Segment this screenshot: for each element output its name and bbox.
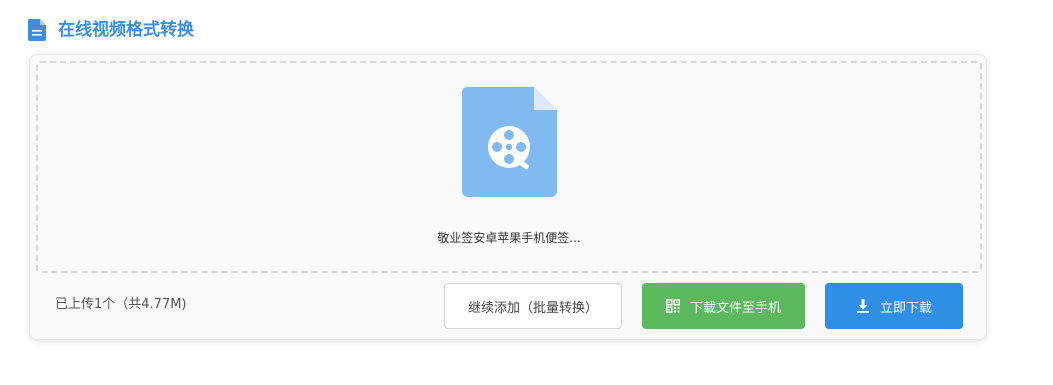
file-dropzone[interactable]: 敬业签安卓苹果手机便签...: [36, 61, 982, 273]
continue-add-button[interactable]: 继续添加（批量转换）: [444, 283, 622, 329]
upload-panel: 敬业签安卓苹果手机便签... 已上传1个（共4.77M) 继续添加（批量转换） …: [29, 54, 987, 340]
download-to-phone-button[interactable]: 下载文件至手机: [642, 283, 805, 329]
download-to-phone-label: 下载文件至手机: [689, 300, 781, 316]
document-icon: [28, 19, 46, 41]
file-name: 敬业签安卓苹果手机便签...: [437, 231, 581, 245]
download-now-button[interactable]: 立即下载: [825, 283, 963, 329]
video-file-icon: [462, 87, 557, 197]
continue-add-label: 继续添加（批量转换）: [467, 300, 598, 316]
qr-code-icon: [665, 299, 680, 313]
page-header: 在线视频格式转换: [28, 17, 194, 43]
download-icon: [856, 299, 869, 313]
page-title: 在线视频格式转换: [58, 20, 194, 40]
download-now-label: 立即下载: [879, 300, 932, 316]
upload-status: 已上传1个（共4.77M): [55, 297, 187, 312]
